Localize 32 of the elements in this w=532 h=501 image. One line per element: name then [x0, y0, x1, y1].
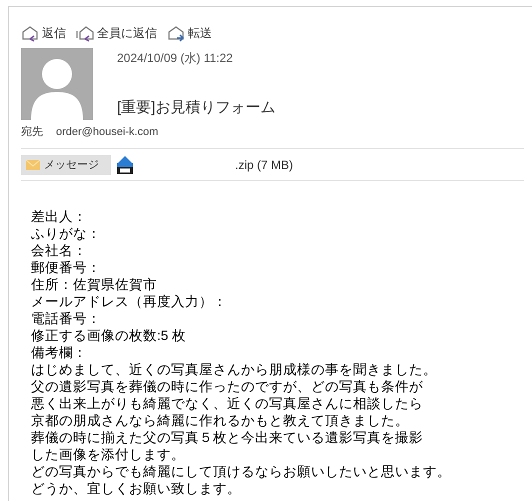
- message-line: 電話番号：: [31, 310, 102, 327]
- message-tab[interactable]: メッセージ: [21, 155, 111, 175]
- message-line: どうか、宜しくお願い致します。: [31, 480, 242, 497]
- message-line: した画像を添付します。: [31, 446, 186, 463]
- message-line: 悪く出来上がりも綺麗でなく、近くの写真屋さんに相談したら: [31, 395, 424, 412]
- message-line: はじめまして、近くの写真屋さんから朋成様の事を聞きました。: [31, 361, 438, 378]
- message-line: 父の遺影写真を葬儀の時に作ったのですが、どの写真も条件が: [31, 378, 424, 395]
- reply-all-button[interactable]: 全員に返信: [76, 23, 157, 43]
- message-line: どの写真からでも綺麗にして頂けるならお願いしたいと思います。: [31, 463, 452, 480]
- message-line: 住所：佐賀県佐賀市: [31, 276, 158, 293]
- avatar-icon: [21, 48, 93, 120]
- sent-date: 2024/10/09 (水) 11:22: [117, 50, 234, 67]
- message-line: 備考欄：: [31, 344, 88, 361]
- email-subject: [重要]お見積りフォーム: [117, 98, 276, 118]
- reply-icon: [21, 24, 39, 42]
- envelope-icon: [26, 160, 40, 170]
- attachment-item[interactable]: .zip (7 MB): [117, 155, 294, 175]
- message-line: メールアドレス（再度入力）：: [31, 293, 228, 310]
- recipient-label: 宛先: [21, 124, 43, 140]
- forward-icon: [167, 24, 185, 42]
- forward-button[interactable]: 転送: [167, 23, 212, 43]
- message-line: 葬儀の時に揃えた父の写真５枚と今出来ている遺影写真を撮影: [31, 429, 424, 446]
- message-line: 差出人：: [31, 208, 88, 225]
- message-line: 郵便番号：: [31, 259, 102, 276]
- reply-all-icon: [76, 24, 94, 42]
- recipient-address: order@housei-k.com: [56, 124, 158, 140]
- message-line: 京都の朋成さんなら綺麗に作れるかもと教えて頂きました。: [31, 412, 410, 429]
- reply-button[interactable]: 返信: [21, 23, 66, 43]
- message-line: 会社名：: [31, 242, 88, 259]
- message-line: 修正する画像の枚数:5 枚: [31, 327, 188, 344]
- zip-file-icon: [117, 156, 133, 174]
- message-line: ふりがな：: [31, 225, 102, 242]
